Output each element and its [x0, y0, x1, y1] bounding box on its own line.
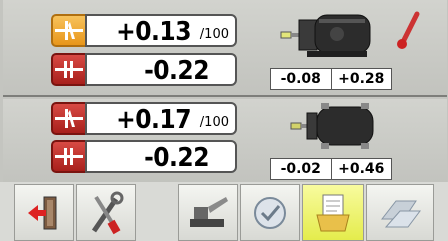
horizontal-offset-value: -0.22 [144, 143, 209, 173]
exit-button[interactable] [14, 184, 74, 241]
horizontal-angle-icon [51, 102, 87, 135]
horizontal-offset-row: -0.22 [51, 140, 237, 173]
vertical-angle-field[interactable]: +0.13 /100 [85, 14, 237, 47]
vertical-angle-value: +0.13 [116, 17, 191, 47]
vertical-offset-value: -0.22 [144, 56, 209, 86]
vertical-offset-field[interactable]: -0.22 [85, 53, 237, 86]
machine-setup-button[interactable] [178, 184, 238, 241]
confirm-icon [254, 196, 286, 229]
notes-icon [316, 194, 350, 231]
back-offset-left: -0.02 [280, 161, 321, 177]
front-offset-left: -0.08 [280, 71, 321, 87]
shim-button[interactable] [366, 184, 434, 241]
back-offset-right: +0.46 [330, 159, 392, 179]
notes-button[interactable] [302, 184, 364, 241]
tools-button[interactable] [76, 184, 136, 241]
shim-icon [380, 200, 421, 227]
horizontal-offset-field[interactable]: -0.22 [85, 140, 237, 173]
motor-image [277, 10, 377, 64]
horizontal-angle-row: +0.17 /100 [51, 102, 237, 135]
vertical-offset-row: -0.22 [51, 53, 237, 86]
machine-icon [190, 196, 228, 227]
thermometer-icon [395, 10, 423, 56]
alignment-screen: +0.13 /100 -0.22 -0.08 +0.28 +0.17 /100 … [0, 0, 448, 241]
back-offset-readout: -0.02 +0.46 [270, 158, 392, 180]
front-offset-readout: -0.08 +0.28 [270, 68, 392, 90]
front-feet-panel: +0.13 /100 -0.22 -0.08 +0.28 [3, 0, 447, 97]
front-offset-right: +0.28 [330, 69, 392, 89]
tools-icon [91, 191, 124, 234]
vertical-offset-icon [51, 53, 87, 86]
confirm-button[interactable] [240, 184, 300, 241]
horizontal-angle-unit: /100 [199, 115, 229, 130]
horizontal-angle-field[interactable]: +0.17 /100 [85, 102, 237, 135]
exit-icon [28, 196, 57, 229]
vertical-angle-unit: /100 [199, 27, 229, 42]
horizontal-offset-icon [51, 140, 87, 173]
vertical-angle-icon [51, 14, 87, 47]
vertical-angle-row: +0.13 /100 [51, 14, 237, 47]
bottom-toolbar [0, 182, 448, 241]
back-feet-panel: +0.17 /100 -0.22 -0.02 +0.46 [3, 99, 447, 183]
horizontal-angle-value: +0.17 [116, 105, 191, 135]
motor-top-view-image [289, 101, 379, 155]
